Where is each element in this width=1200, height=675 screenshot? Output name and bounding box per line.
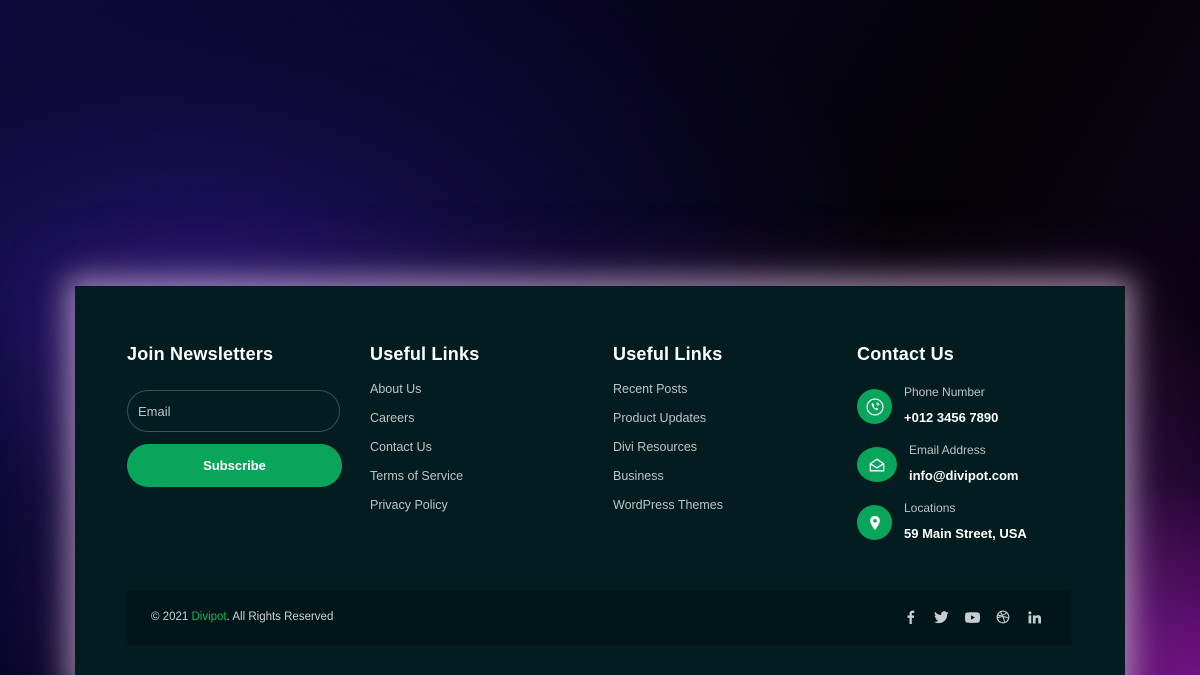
link-item: Divi Resources — [613, 440, 723, 469]
contact-label-email: Email Address — [909, 443, 986, 457]
phone-icon — [857, 389, 892, 424]
newsletter-column: Join Newsletters Subscribe — [127, 344, 342, 487]
link-contact-us[interactable]: Contact Us — [370, 440, 432, 454]
link-item: WordPress Themes — [613, 498, 723, 527]
contact-item-phone: Phone Number +012 3456 7890 — [857, 385, 1087, 433]
useful-links-heading-2: Useful Links — [613, 344, 723, 364]
link-careers[interactable]: Careers — [370, 411, 414, 425]
link-terms-of-service[interactable]: Terms of Service — [370, 469, 463, 483]
copyright-prefix: © 2021 — [151, 611, 192, 623]
useful-links-heading-1: Useful Links — [370, 344, 480, 364]
footer-card: Join Newsletters Subscribe Useful Links … — [75, 286, 1125, 675]
contact-value-phone[interactable]: +012 3456 7890 — [904, 410, 998, 425]
useful-links-list-1: About Us Careers Contact Us Terms of Ser… — [370, 382, 463, 527]
location-pin-icon — [857, 505, 892, 540]
link-item: Careers — [370, 411, 463, 440]
link-item: Privacy Policy — [370, 498, 463, 527]
link-wordpress-themes[interactable]: WordPress Themes — [613, 498, 723, 512]
linkedin-icon[interactable] — [1025, 608, 1043, 626]
social-icons — [901, 608, 1043, 626]
link-about-us[interactable]: About Us — [370, 382, 421, 396]
contact-item-location: Locations 59 Main Street, USA — [857, 501, 1087, 549]
email-icon — [857, 447, 897, 482]
contact-value-email[interactable]: info@divipot.com — [909, 468, 1018, 483]
link-divi-resources[interactable]: Divi Resources — [613, 440, 697, 454]
useful-links-column-1: Useful Links About Us Careers Contact Us… — [370, 344, 570, 512]
link-item: Business — [613, 469, 723, 498]
useful-links-column-2: Useful Links Recent Posts Product Update… — [613, 344, 813, 512]
brand-link[interactable]: Divipot — [191, 611, 226, 623]
link-privacy-policy[interactable]: Privacy Policy — [370, 498, 448, 512]
contact-value-location[interactable]: 59 Main Street, USA — [904, 526, 1027, 541]
facebook-icon[interactable] — [901, 608, 919, 626]
link-item: Terms of Service — [370, 469, 463, 498]
contact-column: Contact Us Phone Number +012 3456 7890 E… — [857, 344, 1087, 541]
subscribe-button[interactable]: Subscribe — [127, 444, 342, 487]
footer-bottom-bar: © 2021 Divipot. All Rights Reserved — [127, 590, 1071, 645]
link-product-updates[interactable]: Product Updates — [613, 411, 706, 425]
dribbble-icon[interactable] — [994, 608, 1012, 626]
link-recent-posts[interactable]: Recent Posts — [613, 382, 687, 396]
link-item: Contact Us — [370, 440, 463, 469]
link-business[interactable]: Business — [613, 469, 664, 483]
contact-item-email: Email Address info@divipot.com — [857, 443, 1087, 491]
contact-heading: Contact Us — [857, 344, 955, 364]
link-item: About Us — [370, 382, 463, 411]
link-item: Product Updates — [613, 411, 723, 440]
copyright-suffix: . All Rights Reserved — [226, 611, 334, 623]
newsletter-heading: Join Newsletters — [127, 344, 274, 364]
youtube-icon[interactable] — [963, 608, 981, 626]
contact-label-phone: Phone Number — [904, 385, 985, 399]
twitter-icon[interactable] — [932, 608, 950, 626]
copyright-text: © 2021 Divipot. All Rights Reserved — [151, 610, 333, 624]
contact-label-location: Locations — [904, 501, 956, 515]
email-input[interactable] — [127, 390, 340, 432]
link-item: Recent Posts — [613, 382, 723, 411]
useful-links-list-2: Recent Posts Product Updates Divi Resour… — [613, 382, 723, 527]
